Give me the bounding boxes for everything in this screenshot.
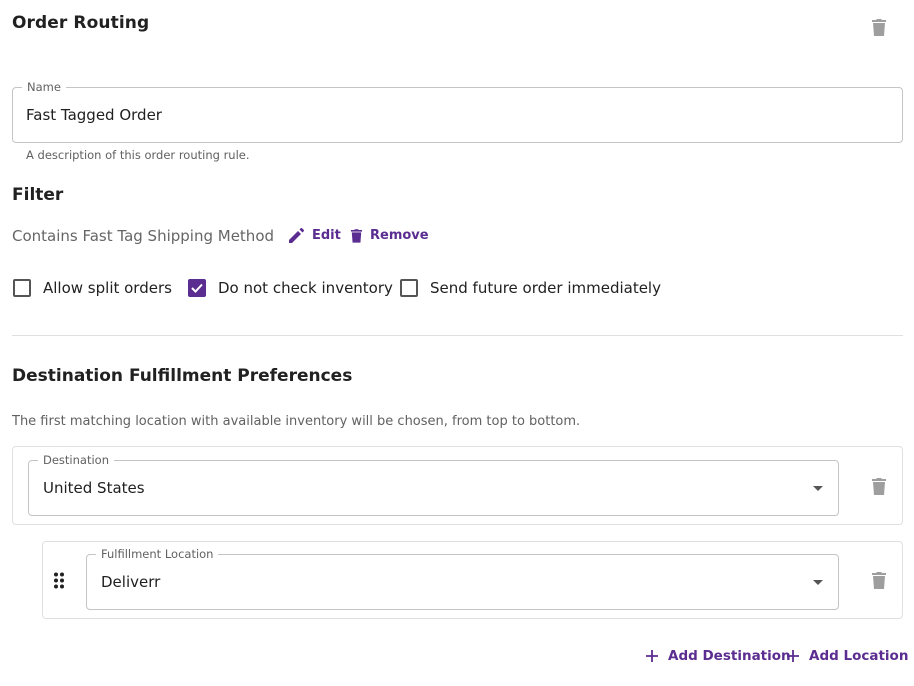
trash-icon (351, 229, 362, 243)
allow-split-orders-checkbox[interactable]: Allow split orders (13, 279, 172, 297)
add-destination-button[interactable]: Add Destination (646, 648, 791, 664)
plus-icon (787, 650, 799, 662)
do-not-check-inventory-checkbox[interactable]: Do not check inventory (188, 279, 393, 297)
name-field-label: Name (22, 80, 66, 94)
checkbox-label: Allow split orders (43, 279, 172, 297)
checkbox-box (13, 279, 31, 297)
destinations-title: Destination Fulfillment Preferences (12, 366, 353, 386)
send-future-order-checkbox[interactable]: Send future order immediately (400, 279, 661, 297)
destination-select-label: Destination (38, 453, 114, 467)
name-field-value: Fast Tagged Order (26, 106, 162, 124)
checkbox-label: Send future order immediately (430, 279, 661, 297)
checkbox-box (400, 279, 418, 297)
trash-icon (872, 19, 886, 36)
destination-card: Destination United States (12, 446, 903, 525)
delete-location-button[interactable] (869, 569, 889, 591)
filter-title: Filter (12, 185, 64, 205)
dropdown-arrow-icon (813, 580, 823, 585)
dropdown-arrow-icon (813, 486, 823, 491)
checkmark-icon (191, 283, 203, 293)
name-field[interactable]: Name Fast Tagged Order (12, 80, 903, 143)
name-helper-text: A description of this order routing rule… (26, 148, 250, 162)
plus-icon (646, 650, 658, 662)
destination-select-value: United States (43, 479, 145, 497)
edit-filter-label: Edit (312, 228, 341, 243)
fulfillment-location-select[interactable]: Fulfillment Location Deliverr (86, 547, 839, 610)
delete-destination-button[interactable] (869, 475, 889, 497)
trash-icon (872, 478, 886, 495)
fulfillment-location-label: Fulfillment Location (96, 547, 219, 561)
add-location-button[interactable]: Add Location (787, 648, 908, 664)
drag-handle[interactable] (53, 572, 65, 589)
delete-rule-button[interactable] (869, 16, 889, 38)
destination-select[interactable]: Destination United States (28, 453, 839, 516)
remove-filter-label: Remove (370, 228, 429, 243)
divider (12, 335, 903, 336)
page-title: Order Routing (12, 13, 150, 33)
edit-filter-button[interactable]: Edit (289, 228, 341, 243)
remove-filter-button[interactable]: Remove (351, 228, 429, 243)
add-location-label: Add Location (809, 648, 909, 664)
pencil-icon (289, 228, 304, 243)
add-destination-label: Add Destination (668, 648, 791, 664)
checkbox-label: Do not check inventory (218, 279, 393, 297)
drag-handle-icon (54, 572, 64, 589)
filter-condition: Contains Fast Tag Shipping Method (12, 227, 275, 245)
destinations-description: The first matching location with availab… (12, 414, 581, 429)
trash-icon (872, 572, 886, 589)
checkbox-box (188, 279, 206, 297)
fulfillment-location-value: Deliverr (101, 573, 161, 591)
location-card: Fulfillment Location Deliverr (42, 541, 903, 619)
